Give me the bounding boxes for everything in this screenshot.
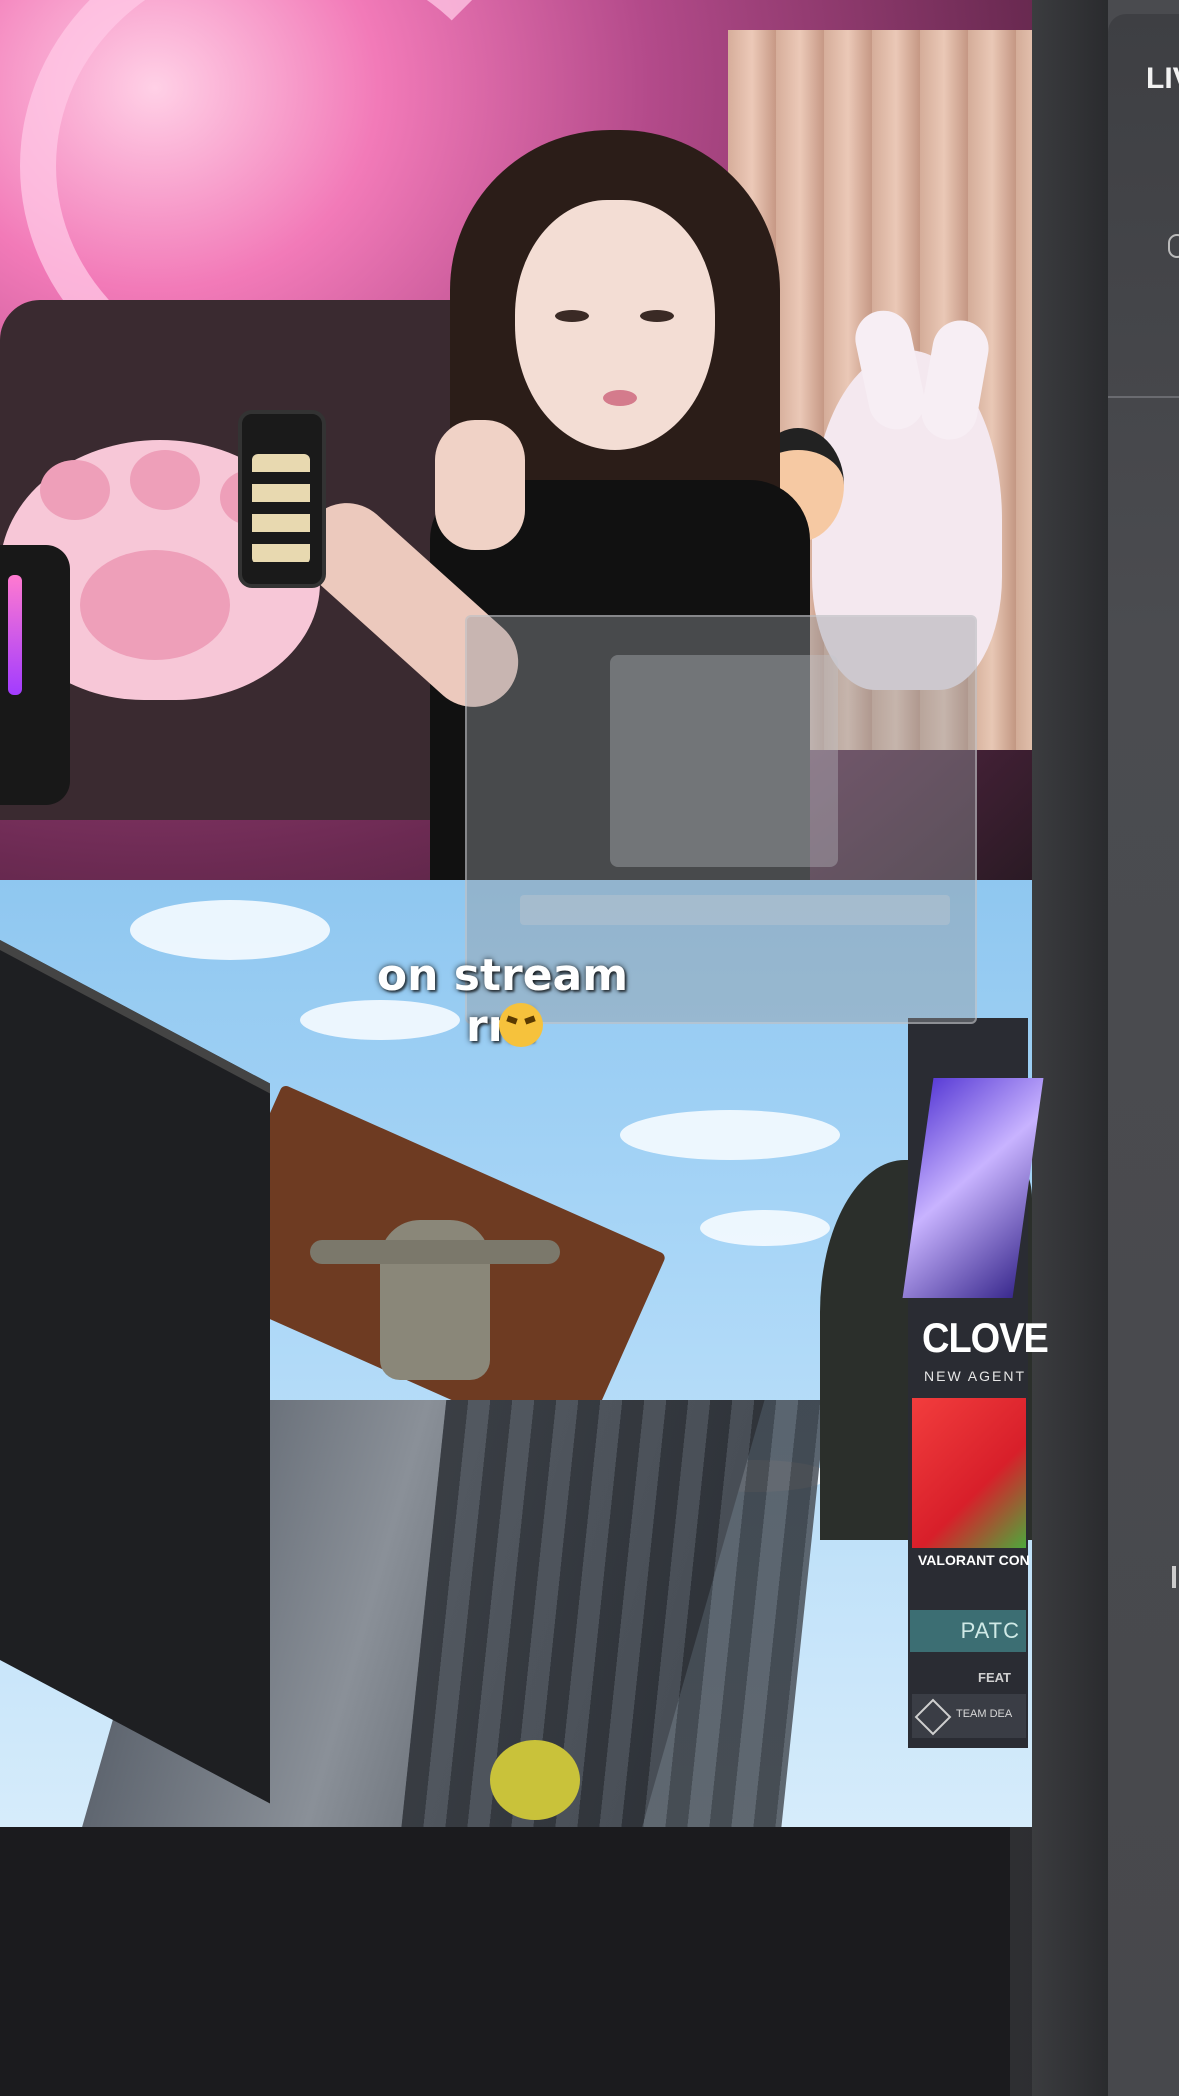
- cloud: [130, 900, 330, 960]
- monitor-bezel-right: [1032, 0, 1108, 2096]
- cloud: [300, 1000, 460, 1040]
- bush: [490, 1740, 580, 1820]
- building-panels: [393, 1400, 827, 1827]
- streamer-face: [515, 200, 715, 450]
- rgb-lamp: [0, 545, 70, 805]
- overlay-inner-panel: [610, 655, 838, 867]
- foreground-structure: [0, 940, 270, 1804]
- side-panel-icon: [1168, 234, 1179, 258]
- promo-image[interactable]: [912, 1398, 1026, 1548]
- live-side-panel: LIV: [1108, 14, 1179, 2096]
- mode-row[interactable]: TEAM DEA: [912, 1694, 1026, 1738]
- cloud: [620, 1110, 840, 1160]
- side-panel-header: LIV: [1146, 62, 1179, 95]
- side-panel-marker: [1172, 1566, 1176, 1588]
- phone: [238, 410, 326, 588]
- player-character: [310, 1220, 560, 1380]
- agent-art: [902, 1078, 1044, 1298]
- peace-sign-hand: [435, 420, 525, 550]
- promo-title[interactable]: VALORANT CON: [918, 1552, 1030, 1568]
- side-panel-divider: [1108, 396, 1179, 398]
- mode-label: TEAM DEA: [956, 1708, 1013, 1720]
- cloud: [700, 1210, 830, 1246]
- overlay-bar: [520, 895, 950, 925]
- mode-icon: [914, 1698, 952, 1736]
- agent-name[interactable]: CLOVE: [922, 1316, 1049, 1363]
- patch-notes-button[interactable]: PATC: [910, 1610, 1026, 1652]
- featured-label: FEAT: [978, 1670, 1011, 1685]
- valorant-news-panel: CLOVE NEW AGENT VALORANT CON PATC FEAT T…: [902, 1018, 1049, 1748]
- monitor-bottom: [0, 1827, 1010, 2096]
- agent-subtitle: NEW AGENT: [924, 1368, 1027, 1384]
